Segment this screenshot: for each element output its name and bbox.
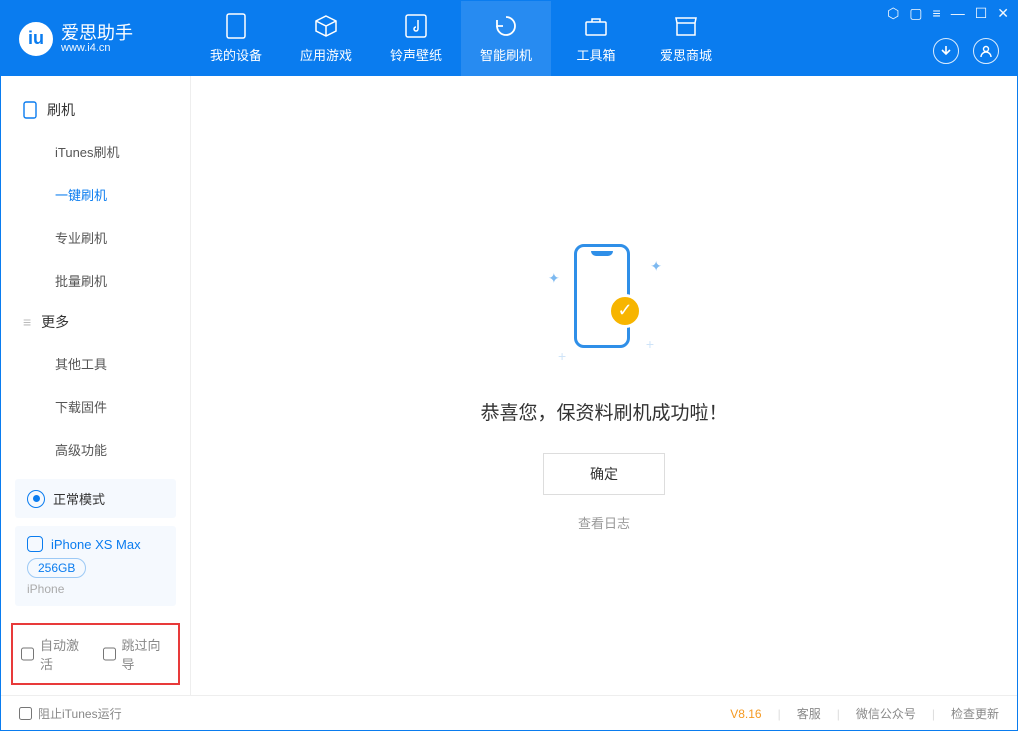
logo-text: 爱思助手 www.i4.cn bbox=[61, 24, 133, 54]
check-update-link[interactable]: 检查更新 bbox=[951, 705, 999, 722]
version-label: V8.16 bbox=[730, 707, 761, 721]
tab-label: 我的设备 bbox=[210, 45, 262, 64]
main-content: ✦ ✦ + + ✓ 恭喜您，保资料刷机成功啦！ 确定 查看日志 bbox=[191, 76, 1017, 695]
group-title: 更多 bbox=[41, 312, 69, 332]
close-button[interactable]: ✕ bbox=[997, 5, 1009, 22]
tab-my-device[interactable]: 我的设备 bbox=[191, 1, 281, 76]
maximize-button[interactable]: ☐ bbox=[975, 5, 988, 22]
tab-toolbox[interactable]: 工具箱 bbox=[551, 1, 641, 76]
view-log-link[interactable]: 查看日志 bbox=[578, 513, 630, 532]
tab-label: 应用游戏 bbox=[300, 45, 352, 64]
footer-right: V8.16 | 客服 | 微信公众号 | 检查更新 bbox=[730, 705, 999, 722]
tab-label: 铃声壁纸 bbox=[390, 45, 442, 64]
success-message: 恭喜您，保资料刷机成功啦！ bbox=[480, 398, 727, 425]
sidebar-item-download-firmware[interactable]: 下载固件 bbox=[1, 385, 190, 428]
shirt-icon[interactable]: ⬡ bbox=[887, 5, 899, 22]
tab-label: 工具箱 bbox=[576, 45, 615, 64]
store-icon bbox=[673, 13, 699, 39]
sidebar-item-batch-flash[interactable]: 批量刷机 bbox=[1, 259, 190, 302]
block-itunes-checkbox[interactable]: 阻止iTunes运行 bbox=[19, 705, 122, 722]
sidebar-group-flash: 刷机 bbox=[1, 90, 190, 130]
sidebar-item-advanced[interactable]: 高级功能 bbox=[1, 428, 190, 471]
sidebar: 刷机 iTunes刷机 一键刷机 专业刷机 批量刷机 ≡ 更多 其他工具 下载固… bbox=[1, 76, 191, 695]
device-info-box[interactable]: iPhone XS Max 256GB iPhone bbox=[15, 526, 176, 606]
header-actions bbox=[933, 38, 999, 64]
list-icon: ≡ bbox=[23, 314, 31, 330]
logo-area: iu 爱思助手 www.i4.cn bbox=[1, 22, 191, 56]
menu-icon[interactable]: ≡ bbox=[933, 5, 941, 22]
sidebar-group-more: ≡ 更多 bbox=[1, 302, 190, 342]
app-logo-icon: iu bbox=[19, 22, 53, 56]
wechat-link[interactable]: 微信公众号 bbox=[856, 705, 916, 722]
mode-status-box[interactable]: 正常模式 bbox=[15, 479, 176, 518]
separator: | bbox=[932, 707, 935, 721]
device-small-icon bbox=[27, 536, 43, 552]
block-itunes-label: 阻止iTunes运行 bbox=[38, 705, 122, 722]
sparkle-icon: ✦ bbox=[650, 258, 662, 275]
refresh-shield-icon bbox=[493, 13, 519, 39]
skip-guide-checkbox[interactable]: 跳过向导 bbox=[103, 635, 171, 673]
download-button[interactable] bbox=[933, 38, 959, 64]
device-icon bbox=[223, 13, 249, 39]
sparkle-icon: ✦ bbox=[548, 270, 560, 287]
checkmark-badge-icon: ✓ bbox=[608, 294, 642, 328]
auto-activate-checkbox[interactable]: 自动激活 bbox=[21, 635, 89, 673]
phone-small-icon bbox=[23, 101, 37, 119]
app-header: iu 爱思助手 www.i4.cn 我的设备 应用游戏 铃声壁纸 智能刷机 工具… bbox=[1, 1, 1017, 76]
footer-left: 阻止iTunes运行 bbox=[19, 705, 122, 722]
separator: | bbox=[778, 707, 781, 721]
sidebar-item-other-tools[interactable]: 其他工具 bbox=[1, 342, 190, 385]
tab-store[interactable]: 爱思商城 bbox=[641, 1, 731, 76]
group-title: 刷机 bbox=[47, 100, 75, 120]
app-url: www.i4.cn bbox=[61, 42, 133, 54]
tab-apps-games[interactable]: 应用游戏 bbox=[281, 1, 371, 76]
sidebar-item-itunes-flash[interactable]: iTunes刷机 bbox=[1, 130, 190, 173]
window-controls: ⬡ ▢ ≡ — ☐ ✕ bbox=[887, 5, 1009, 22]
ok-button[interactable]: 确定 bbox=[543, 453, 665, 495]
cube-icon bbox=[313, 13, 339, 39]
device-name: iPhone XS Max bbox=[51, 537, 141, 552]
music-note-icon bbox=[403, 13, 429, 39]
skip-guide-label: 跳过向导 bbox=[122, 635, 170, 673]
sidebar-item-pro-flash[interactable]: 专业刷机 bbox=[1, 216, 190, 259]
minimize-button[interactable]: — bbox=[951, 5, 965, 22]
tab-ringtones-wallpapers[interactable]: 铃声壁纸 bbox=[371, 1, 461, 76]
body-area: 刷机 iTunes刷机 一键刷机 专业刷机 批量刷机 ≡ 更多 其他工具 下载固… bbox=[1, 76, 1017, 695]
app-title: 爱思助手 bbox=[61, 24, 133, 42]
flash-options-row: 自动激活 跳过向导 bbox=[11, 623, 180, 685]
toolbox-icon bbox=[583, 13, 609, 39]
device-name-row: iPhone XS Max bbox=[27, 536, 164, 552]
nav-tabs: 我的设备 应用游戏 铃声壁纸 智能刷机 工具箱 爱思商城 bbox=[191, 1, 731, 76]
user-button[interactable] bbox=[973, 38, 999, 64]
sparkle-icon: + bbox=[646, 336, 654, 352]
success-illustration: ✦ ✦ + + ✓ bbox=[544, 240, 664, 370]
lock-icon[interactable]: ▢ bbox=[909, 5, 922, 22]
device-type: iPhone bbox=[27, 582, 164, 596]
mode-label: 正常模式 bbox=[53, 489, 105, 508]
auto-activate-label: 自动激活 bbox=[40, 635, 88, 673]
sidebar-item-oneclick-flash[interactable]: 一键刷机 bbox=[1, 173, 190, 216]
sparkle-icon: + bbox=[558, 348, 566, 364]
separator: | bbox=[837, 707, 840, 721]
tab-label: 智能刷机 bbox=[480, 45, 532, 64]
mode-indicator-icon bbox=[27, 490, 45, 508]
tab-smart-flash[interactable]: 智能刷机 bbox=[461, 1, 551, 76]
support-link[interactable]: 客服 bbox=[797, 705, 821, 722]
tab-label: 爱思商城 bbox=[660, 45, 712, 64]
device-capacity: 256GB bbox=[27, 558, 86, 578]
footer-bar: 阻止iTunes运行 V8.16 | 客服 | 微信公众号 | 检查更新 bbox=[1, 695, 1017, 731]
